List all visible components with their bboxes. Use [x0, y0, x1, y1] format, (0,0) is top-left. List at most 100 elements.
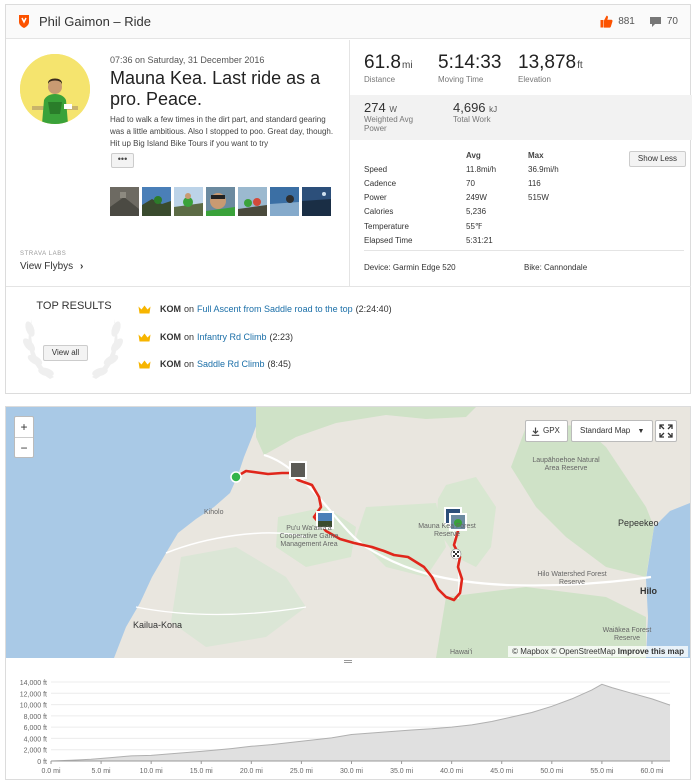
photo-thumbnail[interactable]	[238, 187, 267, 216]
athlete-photo-image	[20, 54, 90, 124]
osm-credit-link[interactable]: © OpenStreetMap	[551, 647, 616, 656]
start-marker-icon	[230, 471, 242, 483]
top-results-title: TOP RESULTS	[36, 300, 112, 312]
route-map[interactable]: + − GPX Standard Map ▼ Kiholo Pu'u Wa'aw…	[6, 407, 690, 658]
detail-stat-row: Temperature 55℉	[364, 219, 684, 233]
show-less-button[interactable]: Show Less	[629, 151, 686, 167]
photo-thumbnail[interactable]	[142, 187, 171, 216]
improve-map-link[interactable]: Improve this map	[618, 647, 684, 656]
photo-thumbnail[interactable]	[206, 187, 235, 216]
finish-flag-icon	[450, 548, 462, 560]
total-work-value: 4,696	[453, 100, 486, 115]
weighted-power-unit: W	[389, 105, 397, 114]
photo-thumbnail[interactable]	[302, 187, 331, 216]
segment-time: (8:45)	[267, 359, 292, 369]
export-gpx-button[interactable]: GPX	[525, 420, 568, 442]
detail-stat-max: 116	[528, 178, 541, 188]
fullscreen-icon	[659, 424, 673, 438]
detail-stat-avg: 5:31:21	[466, 235, 493, 245]
photo-strip	[110, 187, 331, 216]
more-description-button[interactable]: •••	[111, 153, 134, 168]
elevation-x-tick-label: 55.0 mi	[590, 768, 613, 775]
zoom-out-button[interactable]: −	[15, 437, 33, 457]
total-work-stat: 4,696 kJ Total Work	[453, 100, 497, 124]
map-label-hilo-watershed: Hilo Watershed Forest Reserve	[537, 571, 607, 586]
card-header: Phil Gaimon – Ride 881 70	[6, 5, 690, 39]
activity-date: 07:36 on Saturday, 31 December 2016	[110, 55, 265, 65]
segment-link[interactable]: Full Ascent from Saddle road to the top	[197, 304, 353, 314]
elevation-y-tick-label: 2,000 ft	[24, 748, 47, 755]
elevation-chart[interactable]: 0 ft 2,000 ft 4,000 ft 6,000 ft 8,000 ft 10,0…	[6, 669, 690, 779]
distance-value: 61.8	[364, 52, 401, 73]
segment-time: (2:24:40)	[355, 304, 392, 314]
map-label-laupahoehoe: Laupāhoehoe Natural Area Reserve	[532, 457, 600, 472]
detail-stat-avg: 70	[466, 178, 475, 188]
kudos-count: 881	[618, 16, 635, 27]
total-work-unit: kJ	[489, 105, 498, 114]
detail-stat-name: Cadence	[364, 178, 397, 188]
kudos-counter[interactable]: 881	[600, 15, 635, 28]
crown-icon	[138, 333, 151, 341]
zoom-control: + −	[14, 416, 34, 458]
elevation-x-tick-label: 45.0 mi	[490, 768, 513, 775]
elevation-x-tick-label: 5.0 mi	[92, 768, 112, 775]
elevation-y-tick-label: 4,000 ft	[24, 736, 47, 743]
activity-card: Phil Gaimon – Ride 881 70 07:36 on Satur…	[5, 4, 692, 394]
thumbs-up-icon	[600, 15, 613, 28]
photo-thumbnail[interactable]	[174, 187, 203, 216]
caret-down-icon: ▼	[637, 428, 645, 435]
mapbox-credit-link[interactable]: © Mapbox	[512, 647, 549, 656]
download-icon	[531, 427, 540, 436]
map-style-dropdown[interactable]: Standard Map ▼	[571, 420, 654, 442]
detail-stat-row: Elapsed Time 5:31:21	[364, 233, 684, 247]
map-label-mauna-kea-reserve: Mauna Kea Forest Reserve	[418, 523, 476, 538]
map-label-pepeekeo: Pepeekeo	[618, 518, 659, 528]
map-label-waiakea: Waiākea Forest Reserve	[602, 627, 652, 642]
top-results-section: TOP RESULTS View all KOM on Full Ascent …	[6, 286, 691, 394]
resize-handle[interactable]	[344, 660, 352, 663]
athlete-avatar[interactable]	[20, 54, 90, 124]
detail-stat-avg: 11.8mi/h	[466, 164, 497, 174]
page-title: Phil Gaimon – Ride	[39, 14, 151, 29]
map-label-kiholo: Kiholo	[204, 509, 224, 516]
elevation-label: Elevation	[518, 75, 551, 84]
activity-stats: 61.8mi Distance 5:14:33 Moving Time 13,8…	[349, 40, 692, 286]
map-label-hawaii: Hawai'i	[450, 649, 473, 656]
elevation-y-tick-label: 8,000 ft	[24, 714, 47, 721]
activity-shield-icon	[19, 15, 29, 28]
detail-stat-row: Power 249W 515W	[364, 191, 684, 205]
view-all-button[interactable]: View all	[43, 345, 88, 361]
weighted-power-label: Weighted Avg Power	[364, 115, 414, 133]
distance-label: Distance	[364, 75, 396, 84]
map-label-kailua-kona: Kailua-Kona	[133, 620, 183, 630]
moving-time-label: Moving Time	[438, 75, 484, 84]
zoom-in-button[interactable]: +	[15, 417, 33, 437]
elevation-y-tick-label: 14,000 ft	[20, 680, 47, 687]
photo-thumbnail[interactable]	[270, 187, 299, 216]
segment-link[interactable]: Saddle Rd Climb	[197, 359, 265, 369]
strava-labs-label: STRAVA LABS	[20, 251, 67, 257]
moving-time-stat: 5:14:33 Moving Time	[438, 52, 501, 84]
detail-stat-avg: 55℉	[466, 221, 483, 231]
map-photo-marker[interactable]	[289, 461, 307, 479]
elevation-y-tick-label: 6,000 ft	[24, 725, 47, 732]
elevation-value: 13,878	[518, 52, 577, 73]
segment-link[interactable]: Infantry Rd Climb	[197, 332, 267, 342]
elevation-y-tick-label: 10,000 ft	[20, 703, 47, 710]
view-flybys-link[interactable]: View Flybys ›	[20, 261, 83, 272]
detail-stat-name: Temperature	[364, 221, 409, 231]
detail-stat-name: Elapsed Time	[364, 235, 413, 245]
total-work-label: Total Work	[453, 115, 491, 124]
kom-result-row: KOM on Saddle Rd Climb (8:45)	[138, 359, 291, 369]
comment-counter[interactable]: 70	[649, 16, 678, 28]
kom-badge: KOM	[160, 359, 181, 369]
detail-stat-row: Cadence 70 116	[364, 176, 684, 190]
secondary-stats: 274 W Weighted Avg Power 4,696 kJ Total …	[350, 95, 692, 140]
detail-stat-max: 515W	[528, 193, 549, 203]
photo-thumbnail[interactable]	[110, 187, 139, 216]
elevation-x-tick-label: 20.0 mi	[240, 768, 263, 775]
detail-stat-avg: 249W	[466, 193, 487, 203]
crown-icon	[138, 305, 151, 313]
fullscreen-button[interactable]	[655, 420, 677, 442]
chevron-right-icon: ›	[79, 261, 84, 272]
